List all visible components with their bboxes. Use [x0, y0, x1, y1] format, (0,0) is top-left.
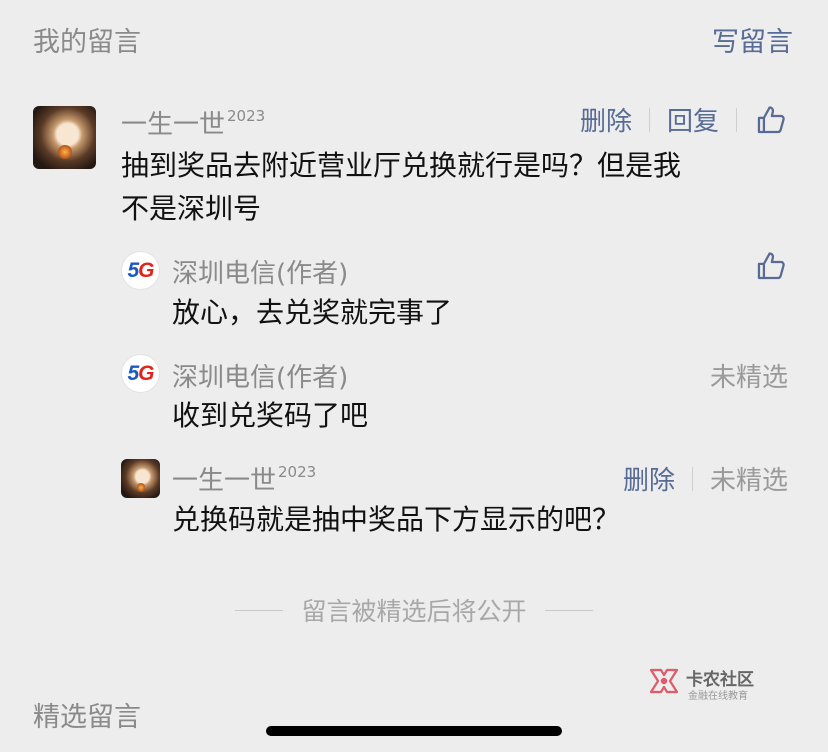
5g-logo: 5G — [127, 258, 154, 283]
notice-text: 留言被精选后将公开 — [301, 597, 527, 626]
thumbs-up-icon[interactable] — [754, 249, 788, 283]
delete-reply-button[interactable]: 删除 — [623, 460, 675, 497]
divider — [235, 609, 284, 611]
commenter-avatar[interactable] — [33, 106, 96, 169]
comment-text-line1: 抽到奖品去附近营业厅兑换就行是吗？但是我 — [121, 149, 682, 182]
5g-logo-digit: 5 — [127, 361, 139, 385]
reply-button[interactable]: 回复 — [667, 101, 719, 138]
comments-page: 我的留言 写留言 一生一世 2023 删除 回复 抽到奖品去附近营业厅兑换就行是吗… — [0, 0, 828, 752]
comment-text: 抽到奖品去附近营业厅兑换就行是吗？但是我 不是深圳号 — [121, 144, 811, 230]
reply-actions: 删除 未精选 — [623, 460, 788, 497]
author-avatar[interactable]: 5G — [121, 251, 160, 290]
divider — [736, 107, 737, 132]
divider — [648, 107, 650, 132]
watermark: 卡农社区 金融在线教育 — [648, 665, 778, 702]
divider — [544, 609, 593, 611]
5g-logo-letter: G — [138, 361, 154, 385]
watermark-logo-icon — [649, 668, 679, 694]
write-comment-button[interactable]: 写留言 — [712, 20, 793, 59]
reply-author-name: 深圳电信(作者) — [172, 363, 349, 393]
reply-author-tag: 2023 — [278, 463, 317, 481]
reply-actions — [754, 249, 788, 283]
commenter-avatar[interactable] — [121, 459, 160, 498]
delete-comment-button[interactable]: 删除 — [580, 101, 632, 138]
author-avatar[interactable]: 5G — [121, 354, 160, 393]
5g-logo-digit: 5 — [127, 258, 139, 282]
home-indicator[interactable] — [266, 726, 562, 736]
featured-comments-title: 精选留言 — [33, 702, 141, 733]
reply-author-name: 深圳电信(作者) — [172, 259, 349, 289]
feature-status-button[interactable]: 未精选 — [710, 460, 788, 497]
reply-text: 兑换码就是抽中奖品下方显示的吧？ — [172, 503, 621, 536]
reply-actions: 未精选 — [710, 357, 788, 394]
visibility-notice: 留言被精选后将公开 — [0, 592, 828, 628]
reply-text: 收到兑奖码了吧 — [172, 399, 369, 432]
watermark-subtitle: 金融在线教育 — [688, 691, 748, 702]
commenter-name: 一生一世 2023 — [121, 104, 265, 141]
thumbs-up-icon[interactable] — [754, 103, 788, 137]
commenter-name-text: 一生一世 — [121, 110, 226, 140]
comment-text-line2: 不是深圳号 — [121, 192, 262, 225]
feature-status-button[interactable]: 未精选 — [710, 357, 788, 394]
reply-text: 放心，去兑奖就完事了 — [172, 296, 453, 329]
comment-actions: 删除 回复 — [580, 101, 788, 138]
my-comments-title: 我的留言 — [33, 27, 141, 58]
reply-author-name: 一生一世 2023 — [172, 460, 316, 497]
reply-author-name-text: 一生一世 — [172, 466, 277, 496]
divider — [691, 466, 693, 491]
5g-logo: 5G — [127, 361, 154, 386]
5g-logo-letter: G — [138, 258, 154, 282]
commenter-tag: 2023 — [227, 107, 266, 125]
